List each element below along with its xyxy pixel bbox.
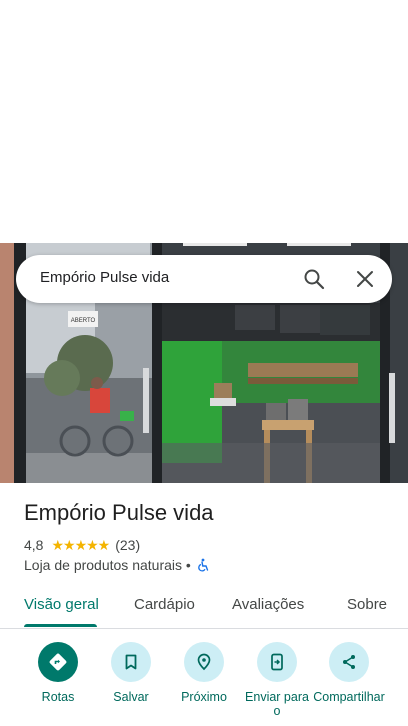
share-label: Compartilhar [313, 690, 385, 704]
directions-button[interactable]: Rotas [18, 640, 98, 704]
send-to-phone-icon [257, 642, 297, 682]
place-tabs: Visão geral Cardápio Avaliações Sobre [0, 584, 408, 629]
directions-icon [38, 642, 78, 682]
active-tab-indicator [24, 624, 97, 627]
send-to-phone-label: Enviar para o [245, 690, 309, 718]
reviews-count[interactable]: (23) [115, 537, 140, 553]
nearby-label: Próximo [181, 690, 227, 704]
share-button[interactable]: Compartilhar [309, 640, 389, 704]
rating-value: 4,8 [24, 537, 44, 553]
bookmark-icon [111, 642, 151, 682]
save-label: Salvar [113, 690, 149, 704]
search-icon[interactable] [302, 267, 326, 291]
nearby-button[interactable]: Próximo [164, 640, 244, 704]
send-to-phone-button[interactable]: Enviar para o [237, 640, 317, 718]
rating-stars-icon: ★★★★★ [51, 536, 110, 553]
tab-overview[interactable]: Visão geral [24, 596, 99, 613]
place-category: Loja de produtos naturais • [24, 557, 191, 573]
close-icon[interactable] [353, 267, 377, 291]
directions-label: Rotas [41, 690, 75, 704]
category-row: Loja de produtos naturais • [24, 557, 210, 573]
action-bar: Rotas Salvar Próximo Enviar para o Compa… [0, 640, 408, 726]
tab-about[interactable]: Sobre [347, 596, 387, 613]
open-sign-text: ABERTO [71, 318, 96, 324]
place-title: Empório Pulse vida [24, 500, 214, 525]
rating-row[interactable]: 4,8 ★★★★★ (23) [24, 536, 140, 554]
save-button[interactable]: Salvar [91, 640, 171, 704]
search-bar[interactable]: Empório Pulse vida [16, 255, 392, 303]
share-icon [329, 642, 369, 682]
tab-reviews[interactable]: Avaliações [232, 596, 304, 613]
wheelchair-icon [196, 558, 210, 572]
tab-menu[interactable]: Cardápio [134, 596, 195, 613]
nearby-icon [184, 642, 224, 682]
search-query-text[interactable]: Empório Pulse vida [40, 269, 169, 286]
